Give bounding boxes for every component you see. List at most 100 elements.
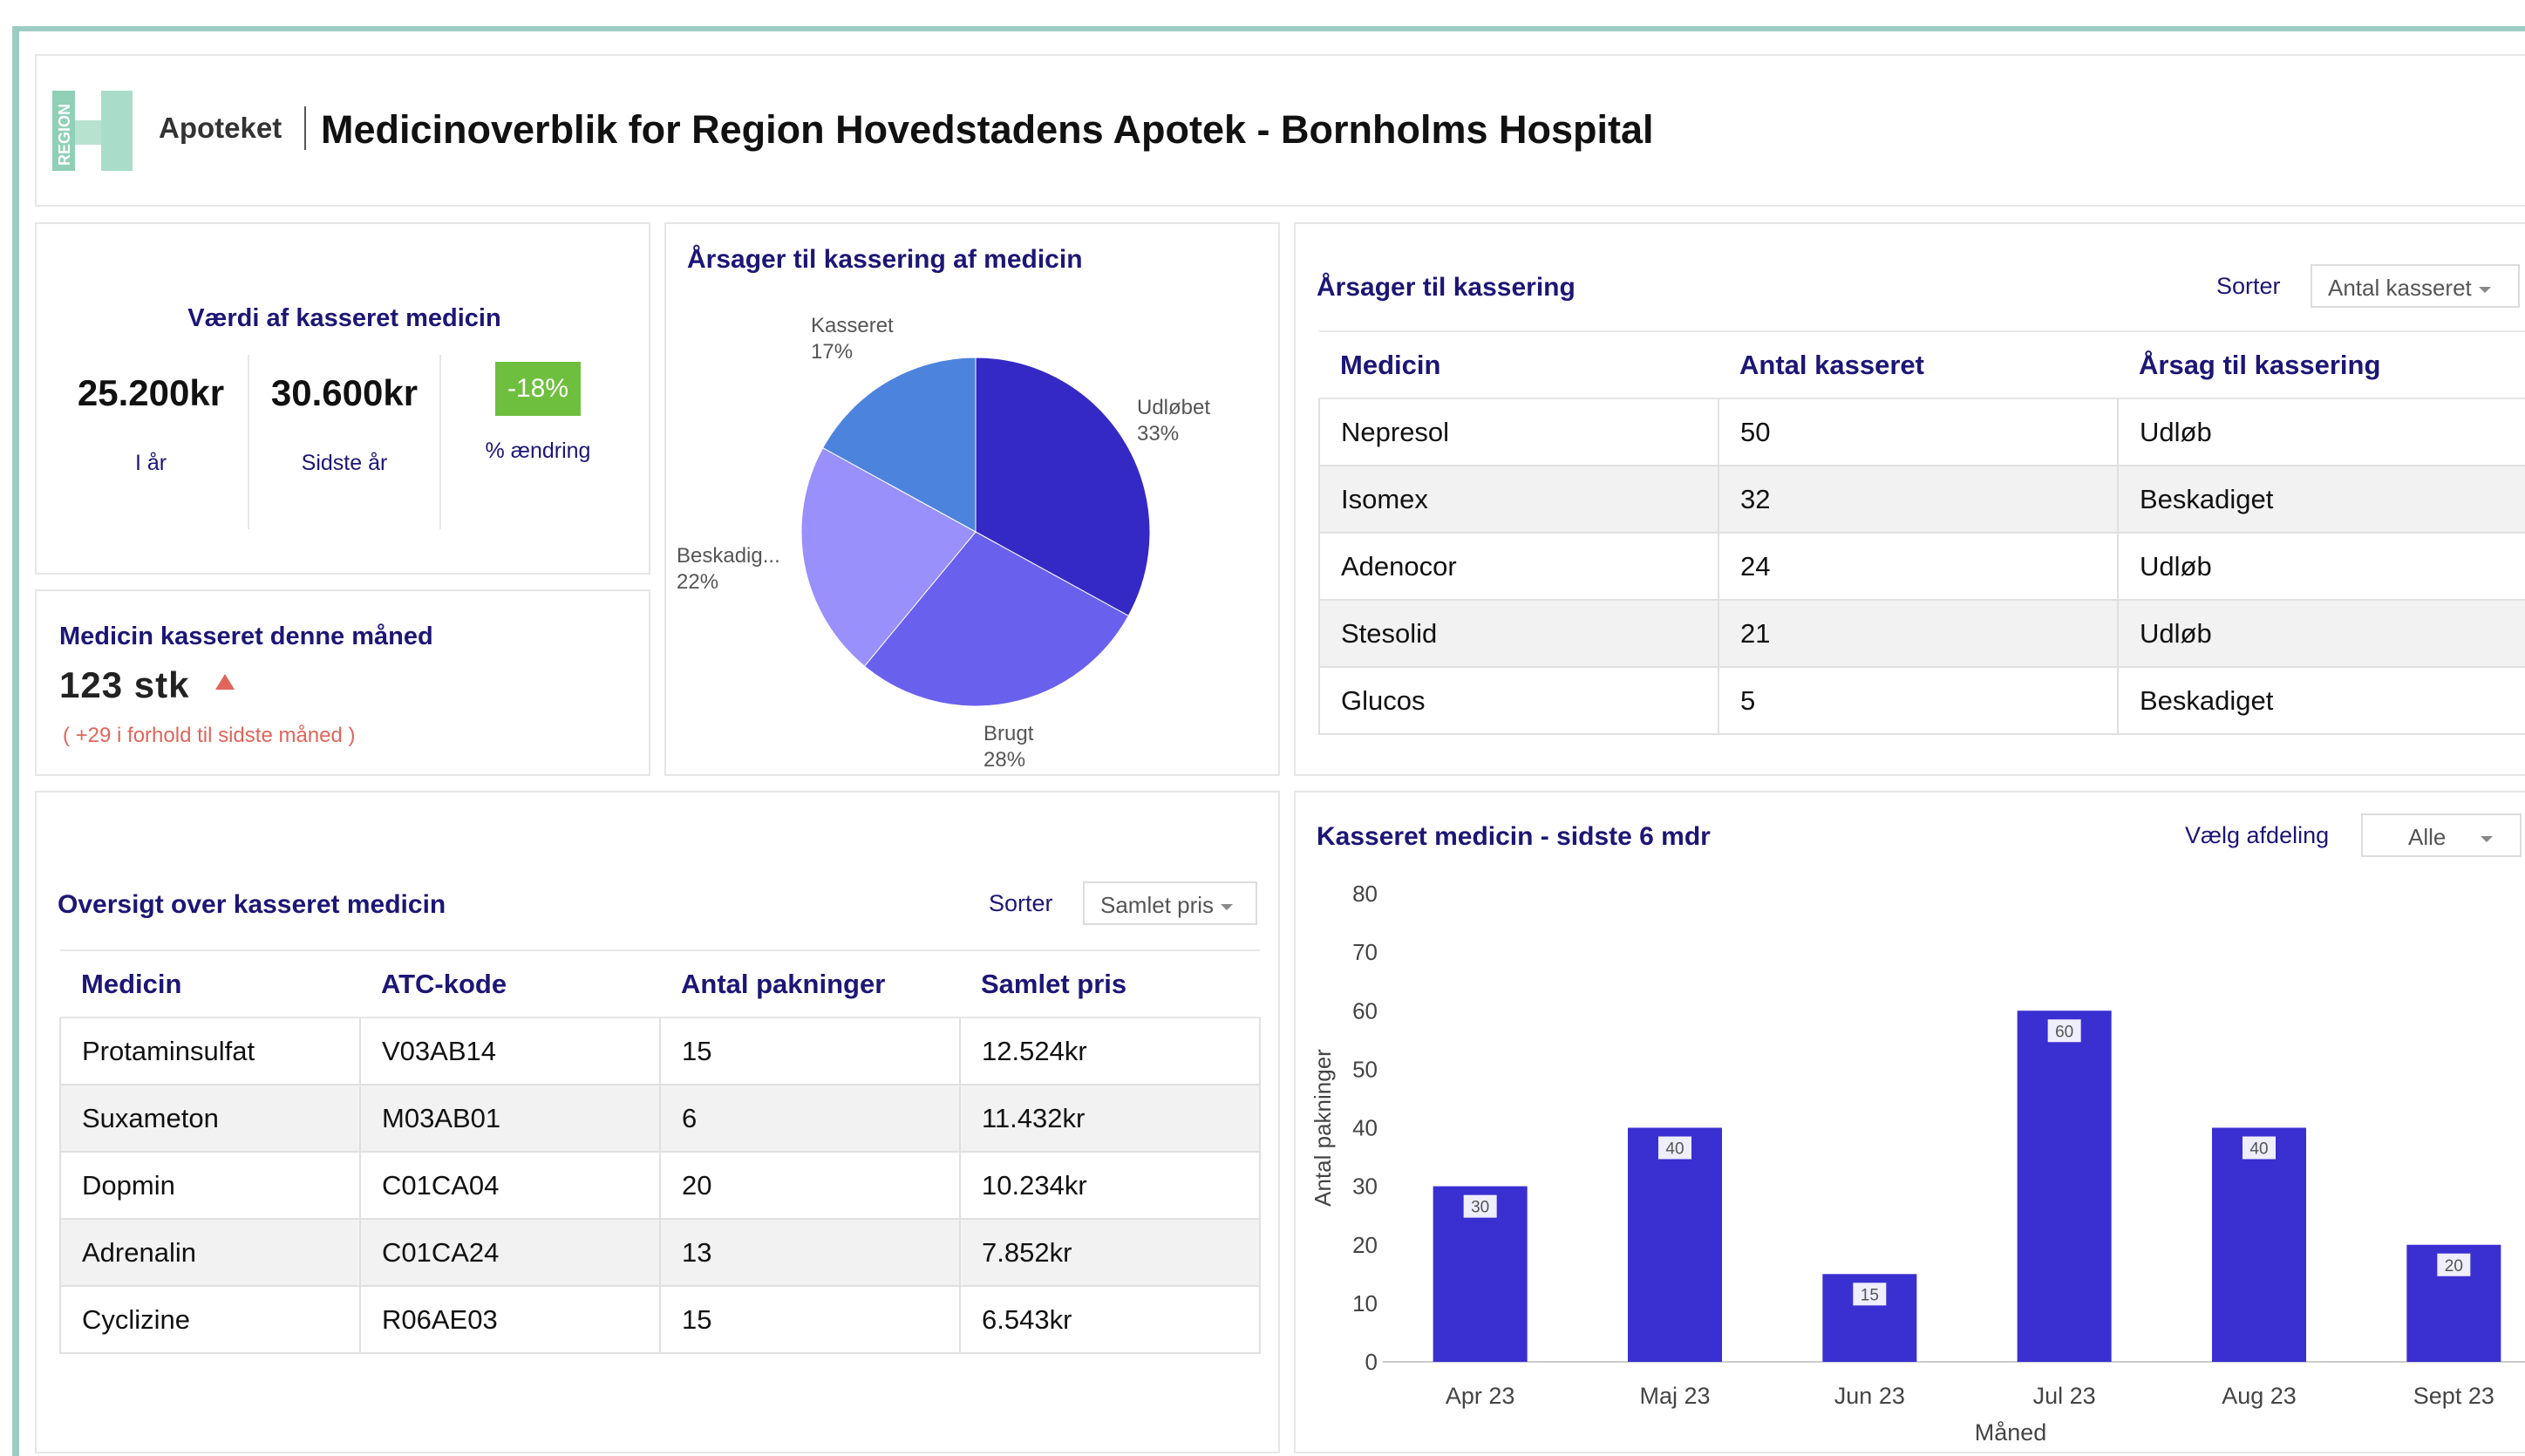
table-header-row: Medicin ATC-kode Antal pakninger Samlet …	[60, 949, 1260, 1018]
column-header[interactable]: Samlet pris	[960, 949, 1260, 1018]
overview-panel: Oversigt over kasseret medicin Sorter Sa…	[35, 791, 1280, 1453]
x-tick-label: Maj 23	[1639, 1383, 1710, 1409]
table-cell: 7.852kr	[959, 1218, 1261, 1287]
kpi-panel: Værdi af kasseret medicin 25.200kr I år …	[35, 222, 650, 575]
column-header[interactable]: ATC-kode	[360, 949, 660, 1018]
table-cell: Udløb	[2117, 532, 2525, 601]
x-tick-label: Apr 23	[1446, 1383, 1515, 1409]
pie-label-brugt: Brugt 28%	[983, 722, 1034, 772]
chevron-down-icon	[2478, 286, 2491, 293]
table-row[interactable]: Protaminsulfat V03AB14 15 12.524kr	[59, 1017, 1261, 1085]
bar[interactable]	[2212, 1127, 2306, 1363]
table-cell: 5	[1718, 666, 2119, 735]
column-header[interactable]: Medicin	[60, 949, 360, 1018]
column-header[interactable]: Medicin	[1319, 330, 1718, 399]
x-tick-label: Jun 23	[1834, 1383, 1905, 1409]
y-tick-label: 70	[1352, 939, 1378, 965]
bar[interactable]	[1628, 1127, 1722, 1363]
pie-label-kasseret: Kasseret 17%	[811, 314, 894, 364]
month-value: 123 stk	[59, 664, 190, 705]
x-tick-label: Aug 23	[2222, 1383, 2297, 1409]
table-cell: M03AB01	[359, 1084, 661, 1153]
y-axis-label: Antal pakninger	[1310, 1049, 1336, 1207]
y-tick-label: 40	[1352, 1115, 1378, 1141]
table-cell: Beskadiget	[2117, 666, 2525, 735]
pie-chart	[800, 357, 1151, 707]
kpi-this-year: 25.200kr I år	[54, 355, 248, 481]
table-row[interactable]: Dopmin C01CA04 20 10.234kr	[59, 1151, 1261, 1220]
kpi-this-year-value: 25.200kr	[77, 372, 225, 413]
table-cell: 6	[659, 1084, 961, 1153]
table-row[interactable]: Adenocor 24 Udløb	[1318, 532, 2525, 601]
table-cell: R06AE03	[359, 1285, 661, 1354]
table-row[interactable]: Suxameton M03AB01 6 11.432kr	[59, 1084, 1261, 1153]
overview-table: Medicin ATC-kode Antal pakninger Samlet …	[59, 949, 1261, 1354]
table-cell: 15	[659, 1285, 961, 1354]
reasons-table: Medicin Antal kasseret Årsag til kasseri…	[1318, 330, 2525, 735]
column-header[interactable]: Antal pakninger	[660, 949, 960, 1018]
x-tick-label: Sept 23	[2413, 1383, 2494, 1409]
y-tick-label: 30	[1352, 1174, 1378, 1200]
table-cell: Adenocor	[1318, 532, 1719, 601]
column-header[interactable]: Årsag til kassering	[2118, 330, 2525, 399]
x-axis-label: Måned	[1975, 1419, 2047, 1446]
kpi-title: Værdi af kasseret medicin	[187, 304, 501, 332]
trend-up-icon	[215, 674, 235, 690]
kpi-change-label: % ændring	[485, 439, 591, 463]
overview-title: Oversigt over kasseret medicin	[58, 890, 446, 919]
table-cell: Stesolid	[1318, 599, 1719, 668]
table-cell: Dopmin	[59, 1151, 361, 1220]
overview-sort-label: Sorter	[989, 890, 1053, 916]
y-tick-label: 80	[1352, 881, 1378, 907]
table-cell: 10.234kr	[959, 1151, 1261, 1220]
overview-sort-dropdown[interactable]: Samlet pris	[1083, 881, 1257, 925]
column-header[interactable]: Antal kasseret	[1718, 330, 2118, 399]
table-cell: Beskadiget	[2117, 465, 2525, 534]
table-cell: Cyclizine	[59, 1285, 361, 1354]
table-cell: 21	[1718, 599, 2119, 668]
table-row[interactable]: Nepresol 50 Udløb	[1318, 398, 2525, 466]
data-label: 40	[1665, 1140, 1684, 1159]
svg-text:REGION: REGION	[56, 104, 73, 166]
table-cell: 12.524kr	[959, 1017, 1261, 1085]
reasons-sort-dropdown[interactable]: Antal kasseret	[2311, 264, 2520, 308]
month-note: ( +29 i forhold til sidste måned )	[63, 724, 356, 747]
table-row[interactable]: Isomex 32 Beskadiget	[1318, 465, 2525, 534]
pie-label-beskadiget: Beskadig... 22%	[677, 544, 780, 594]
reasons-panel: Årsager til kassering Sorter Antal kasse…	[1294, 222, 2525, 776]
table-row[interactable]: Stesolid 21 Udløb	[1318, 599, 2525, 668]
bar-chart-panel: Kasseret medicin - sidste 6 mdr Vælg afd…	[1294, 791, 2525, 1453]
table-cell: Udløb	[2117, 599, 2525, 668]
pie-label-udlobet: Udløbet 33%	[1137, 396, 1211, 446]
table-row[interactable]: Cyclizine R06AE03 15 6.543kr	[59, 1285, 1261, 1354]
kpi-last-year: 30.600kr Sidste år	[249, 355, 439, 481]
table-cell: 24	[1718, 532, 2119, 601]
bar[interactable]	[2017, 1010, 2112, 1362]
bar-chart: 0 10 20 30 40 50 60 70 80 30 Apr 23 40 Maj 23 15 Jun 2…	[1310, 881, 2525, 1446]
page-header: REGION Apoteket Medicinoverblik for Regi…	[35, 54, 2525, 207]
table-cell: 32	[1718, 465, 2119, 534]
table-header-row: Medicin Antal kasseret Årsag til kasseri…	[1319, 330, 2525, 399]
pie-panel: Årsager til kassering af medicin Udløbet…	[664, 222, 1280, 776]
table-row[interactable]: Adrenalin C01CA24 13 7.852kr	[59, 1218, 1261, 1287]
table-cell: 6.543kr	[959, 1285, 1261, 1354]
app-name: Apoteket	[159, 112, 282, 144]
table-cell: Isomex	[1318, 465, 1719, 534]
region-h-logo-icon: REGION	[51, 87, 138, 174]
table-cell: V03AB14	[359, 1017, 661, 1085]
y-tick-label: 60	[1352, 997, 1378, 1024]
reasons-title: Årsager til kassering	[1317, 273, 1576, 302]
data-label: 40	[2249, 1140, 2268, 1159]
page-title: Medicinoverblik for Region Hovedstadens …	[321, 107, 1654, 152]
data-label: 15	[1861, 1286, 1879, 1304]
table-cell: Udløb	[2117, 398, 2525, 466]
change-badge: -18%	[494, 362, 582, 416]
table-row[interactable]: Glucos 5 Beskadiget	[1318, 666, 2525, 735]
x-tick-label: Jul 23	[2033, 1383, 2096, 1409]
table-cell: 13	[659, 1218, 961, 1287]
table-cell: Glucos	[1318, 666, 1719, 735]
kpi-change: -18% % ændring	[441, 355, 635, 481]
table-cell: Nepresol	[1318, 398, 1719, 466]
table-cell: Protaminsulfat	[59, 1017, 361, 1085]
table-cell: Suxameton	[59, 1084, 361, 1153]
